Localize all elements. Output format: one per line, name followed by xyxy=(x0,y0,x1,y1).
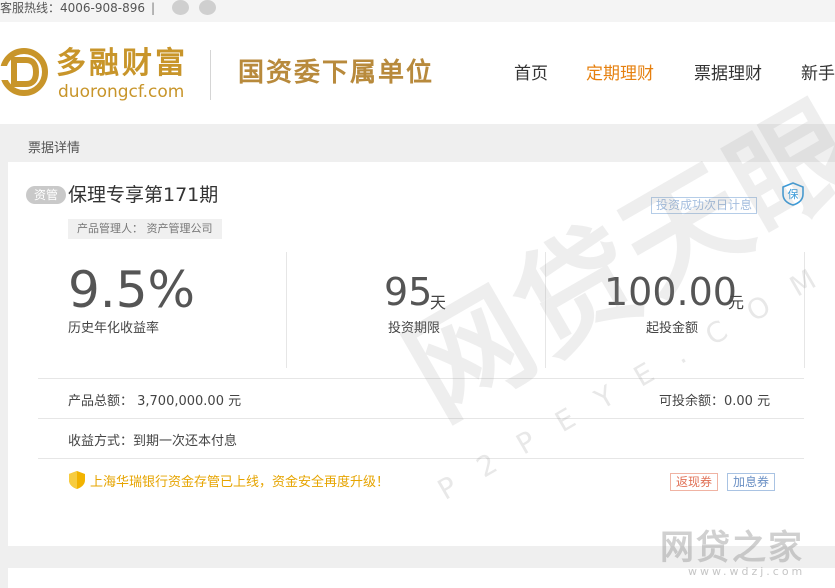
nav-newbie[interactable]: 新手 xyxy=(801,62,835,86)
income-method: 收益方式：到期一次还本付息 xyxy=(68,434,238,449)
breadcrumb-bar: 票据详情 xyxy=(0,124,835,162)
wechat-icon[interactable] xyxy=(199,0,216,15)
term-value: 95 xyxy=(384,270,433,314)
stat-divider xyxy=(545,252,546,368)
product-title: 保理专享第171期 xyxy=(68,184,219,206)
product-type-badge: 资管 xyxy=(26,186,66,204)
min-invest-value: 100.00 xyxy=(604,270,737,314)
hotline-text: 客服热线：4006-908-896 xyxy=(0,1,146,15)
annual-rate-label: 历史年化收益率 xyxy=(68,321,160,336)
stat-divider xyxy=(804,252,805,368)
logo-icon[interactable] xyxy=(0,46,48,98)
term-unit: 天 xyxy=(430,293,447,312)
brand-url: duorongcf.com xyxy=(58,82,185,102)
nav-fixed-finance[interactable]: 定期理财 xyxy=(586,62,654,86)
nav-home[interactable]: 首页 xyxy=(514,62,548,86)
insurance-shield-icon: 保 xyxy=(782,182,804,206)
header-divider xyxy=(210,50,211,100)
site-header: 多融财富 duorongcf.com 国资委下属单位 首页 定期理财 票据理财 … xyxy=(0,22,835,124)
annual-rate-value: 9.5% xyxy=(68,261,196,319)
svg-text:保: 保 xyxy=(788,187,799,201)
min-invest-unit: 元 xyxy=(728,293,745,312)
next-section xyxy=(8,568,835,588)
interest-start-tag: 投资成功次日计息 xyxy=(651,197,758,214)
rate-boost-coupon-tag[interactable]: 加息券 xyxy=(727,473,776,491)
slogan: 国资委下属单位 xyxy=(238,58,435,88)
top-bar: 客服热线：4006-908-896 | xyxy=(0,0,835,22)
product-card: 资管 保理专享第171期 产品管理人： 资产管理公司 保 投资成功次日计息 9.… xyxy=(8,162,835,546)
topbar-separator: | xyxy=(151,1,156,15)
divider-line xyxy=(38,418,804,419)
divider-line xyxy=(38,458,804,459)
cashback-coupon-tag[interactable]: 返现券 xyxy=(670,473,719,491)
product-manager: 产品管理人： 资产管理公司 xyxy=(68,219,222,239)
divider-line xyxy=(38,378,804,379)
bank-custody-notice[interactable]: 上海华瑞银行资金存管已上线，资金安全再度升级！ xyxy=(90,471,389,490)
product-total: 产品总额： 3,700,000.00 元 xyxy=(68,394,242,409)
weibo-icon[interactable] xyxy=(172,0,189,15)
min-invest-label: 起投金额 xyxy=(646,321,699,336)
nav-bill-finance[interactable]: 票据理财 xyxy=(694,62,762,86)
bank-shield-icon xyxy=(69,471,85,489)
term-label: 投资期限 xyxy=(388,321,441,336)
stat-divider xyxy=(286,252,287,368)
remaining-amount: 可投余额：0.00 元 xyxy=(659,394,771,409)
brand-name[interactable]: 多融财富 xyxy=(56,46,188,82)
breadcrumb: 票据详情 xyxy=(28,141,81,156)
